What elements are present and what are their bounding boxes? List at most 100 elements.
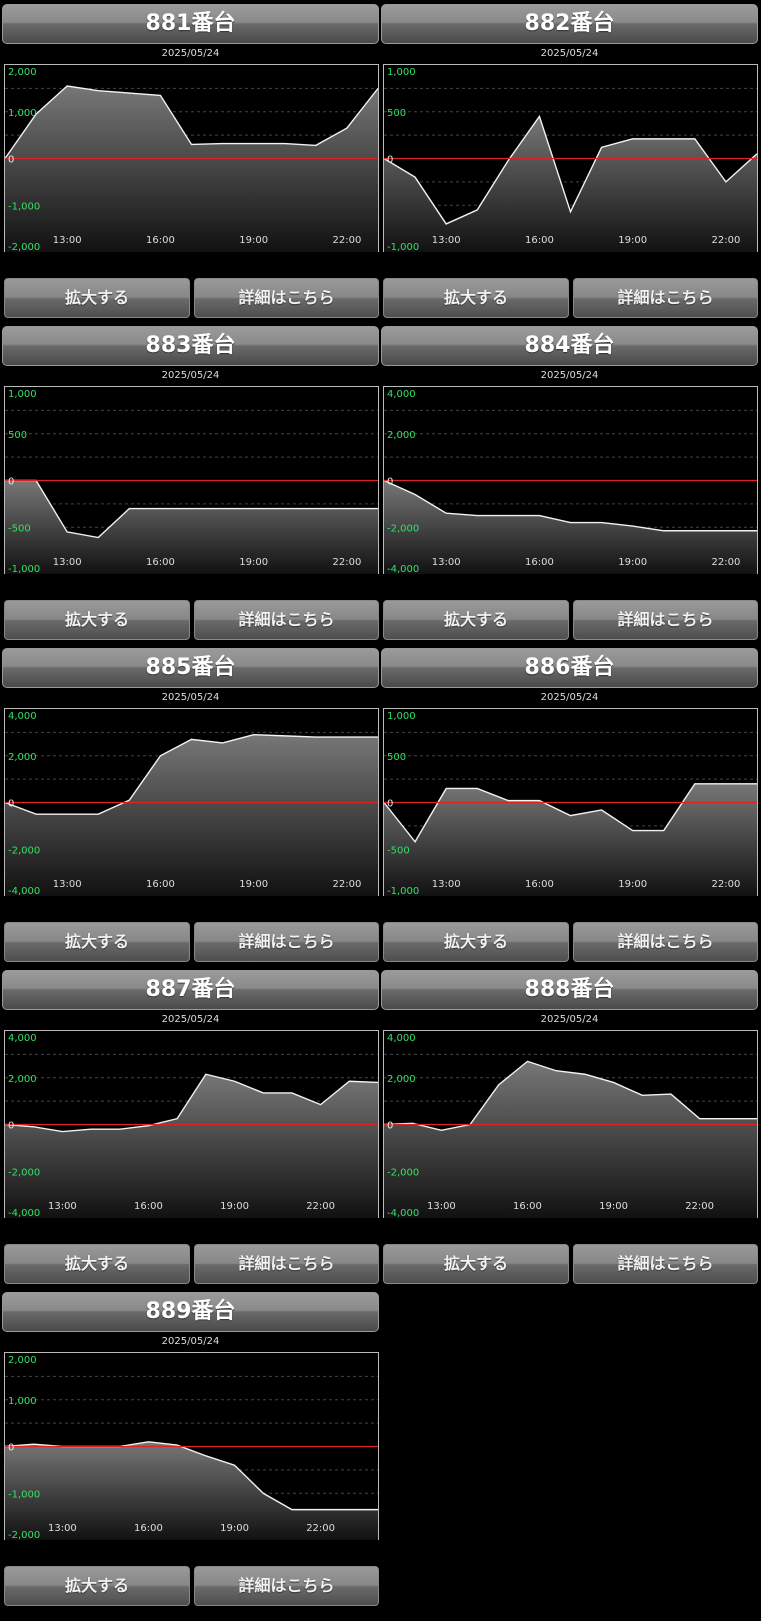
x-tick-label: 19:00 [618, 235, 647, 246]
y-tick-label: 0 [387, 799, 393, 810]
chart-date: 2025/05/24 [540, 1014, 599, 1025]
zoom-button[interactable]: 拡大する [4, 600, 190, 640]
machine-title: 881番台 [2, 4, 379, 44]
y-tick-label: 500 [387, 752, 406, 763]
y-tick-label: -1,000 [387, 886, 419, 897]
machine-card: 888番台 2025/05/24 4,000 2,000 0 -2,000 -4,000 13… [381, 966, 758, 1284]
x-tick-label: 19:00 [618, 879, 647, 890]
y-tick-label: -500 [8, 523, 31, 534]
x-tick-label: 13:00 [53, 557, 82, 568]
y-tick-label: 2,000 [8, 752, 37, 763]
x-tick-label: 19:00 [239, 235, 268, 246]
detail-button[interactable]: 詳細はこちら [194, 600, 379, 640]
y-tick-label: 0 [8, 799, 14, 810]
x-tick-label: 16:00 [134, 1523, 163, 1534]
y-tick-label: 0 [387, 477, 393, 488]
x-tick-label: 13:00 [432, 557, 461, 568]
detail-button[interactable]: 詳細はこちら [573, 600, 758, 640]
zoom-button[interactable]: 拡大する [383, 600, 569, 640]
x-tick-label: 16:00 [525, 557, 554, 568]
detail-button[interactable]: 詳細はこちら [194, 1566, 379, 1606]
x-tick-label: 22:00 [333, 557, 362, 568]
machine-card: 882番台 2025/05/24 1,000 500 0 -1,000 13:00 16:00… [381, 0, 758, 318]
chart-date: 2025/05/24 [161, 1336, 220, 1347]
x-tick-label: 13:00 [48, 1201, 77, 1212]
y-tick-label: -4,000 [387, 564, 419, 575]
x-tick-label: 22:00 [333, 235, 362, 246]
y-tick-label: 2,000 [387, 430, 416, 441]
y-tick-label: 0 [387, 1121, 393, 1132]
x-tick-label: 13:00 [53, 235, 82, 246]
detail-button[interactable]: 詳細はこちら [573, 922, 758, 962]
x-tick-label: 22:00 [306, 1523, 335, 1534]
x-tick-label: 16:00 [513, 1201, 542, 1212]
zoom-button[interactable]: 拡大する [4, 922, 190, 962]
machine-title: 886番台 [381, 648, 758, 688]
x-tick-label: 13:00 [432, 235, 461, 246]
zoom-button[interactable]: 拡大する [383, 278, 569, 318]
x-tick-label: 22:00 [712, 879, 741, 890]
x-tick-label: 22:00 [333, 879, 362, 890]
chart: 4,000 2,000 0 -2,000 -4,000 13:00 16:00 19:00 22… [383, 1030, 758, 1219]
y-tick-label: -2,000 [387, 523, 419, 534]
chart: 1,000 500 0 -500 -1,000 13:00 16:00 19:00 22:00 [4, 386, 379, 575]
y-tick-label: 0 [8, 155, 14, 166]
x-tick-label: 19:00 [618, 557, 647, 568]
zoom-button[interactable]: 拡大する [4, 1244, 190, 1284]
chart: 2,000 1,000 0 -1,000 -2,000 13:00 16:00 19:00 22… [4, 1352, 379, 1541]
y-tick-label: 0 [387, 155, 393, 166]
y-tick-label: 4,000 [8, 1033, 37, 1044]
chart-date: 2025/05/24 [161, 370, 220, 381]
y-tick-label: 2,000 [8, 1074, 37, 1085]
machine-card: 885番台 2025/05/24 4,000 2,000 0 -2,000 -4,000 13… [2, 644, 379, 962]
y-tick-label: -1,000 [387, 242, 419, 253]
y-tick-label: 0 [8, 1121, 14, 1132]
y-tick-label: 500 [387, 108, 406, 119]
y-tick-label: -1,000 [8, 201, 40, 212]
y-tick-label: -1,000 [8, 1489, 40, 1500]
machine-card: 887番台 2025/05/24 4,000 2,000 0 -2,000 -4,000 13… [2, 966, 379, 1284]
x-tick-label: 22:00 [685, 1201, 714, 1212]
y-tick-label: 4,000 [8, 711, 37, 722]
detail-button[interactable]: 詳細はこちら [194, 278, 379, 318]
y-tick-label: -4,000 [8, 1208, 40, 1219]
y-tick-label: -1,000 [8, 564, 40, 575]
zoom-button[interactable]: 拡大する [4, 278, 190, 318]
detail-button[interactable]: 詳細はこちら [194, 1244, 379, 1284]
x-tick-label: 22:00 [712, 557, 741, 568]
detail-button[interactable]: 詳細はこちら [573, 1244, 758, 1284]
x-tick-label: 19:00 [239, 879, 268, 890]
zoom-button[interactable]: 拡大する [383, 1244, 569, 1284]
y-tick-label: 0 [8, 477, 14, 488]
y-tick-label: -2,000 [387, 1167, 419, 1178]
machine-title: 882番台 [381, 4, 758, 44]
y-tick-label: -2,000 [8, 1530, 40, 1541]
machine-card: 883番台 2025/05/24 1,000 500 0 -500 -1,000 13:00 1… [2, 322, 379, 640]
chart-date: 2025/05/24 [540, 370, 599, 381]
x-tick-label: 16:00 [146, 557, 175, 568]
machine-card: 881番台 2025/05/24 2,000 1,000 0 -1,000 -2,000 13… [2, 0, 379, 318]
chart-date: 2025/05/24 [161, 48, 220, 59]
zoom-button[interactable]: 拡大する [4, 1566, 190, 1606]
zoom-button[interactable]: 拡大する [383, 922, 569, 962]
machine-title: 888番台 [381, 970, 758, 1010]
machine-card: 884番台 2025/05/24 4,000 2,000 0 -2,000 -4,000 13… [381, 322, 758, 640]
chart-date: 2025/05/24 [161, 1014, 220, 1025]
x-tick-label: 19:00 [599, 1201, 628, 1212]
x-tick-label: 16:00 [134, 1201, 163, 1212]
x-tick-label: 16:00 [525, 879, 554, 890]
detail-button[interactable]: 詳細はこちら [194, 922, 379, 962]
chart-date: 2025/05/24 [540, 692, 599, 703]
x-tick-label: 22:00 [712, 235, 741, 246]
machine-card: 886番台 2025/05/24 1,000 500 0 -500 -1,000 13:00 1… [381, 644, 758, 962]
y-tick-label: -2,000 [8, 242, 40, 253]
x-tick-label: 13:00 [427, 1201, 456, 1212]
x-tick-label: 16:00 [146, 235, 175, 246]
y-tick-label: 1,000 [8, 389, 37, 400]
detail-button[interactable]: 詳細はこちら [573, 278, 758, 318]
chart: 1,000 500 0 -1,000 13:00 16:00 19:00 22:00 [383, 64, 758, 253]
chart: 4,000 2,000 0 -2,000 -4,000 13:00 16:00 19:00 22… [4, 1030, 379, 1219]
x-tick-label: 19:00 [239, 557, 268, 568]
chart: 4,000 2,000 0 -2,000 -4,000 13:00 16:00 19:00 22… [383, 386, 758, 575]
y-tick-label: -500 [387, 845, 410, 856]
